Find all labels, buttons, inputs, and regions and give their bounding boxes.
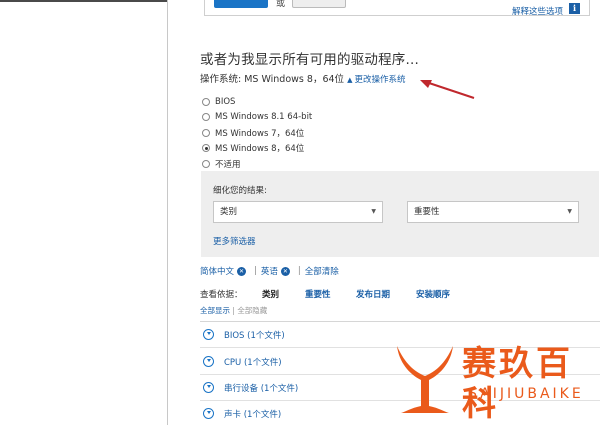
triangle-up-icon: ▲ <box>347 76 353 84</box>
separator: | <box>297 266 301 276</box>
os-option-label: 不适用 <box>215 159 241 170</box>
more-filters-link[interactable]: 更多筛选器 <box>213 235 256 247</box>
chevron-down-icon[interactable] <box>203 356 214 367</box>
dropdown-caret-icon: ▼ <box>371 208 376 215</box>
view-by-release-date[interactable]: 发布日期 <box>356 288 390 300</box>
secondary-action-button[interactable] <box>292 0 346 8</box>
info-icon[interactable]: i <box>569 3 580 14</box>
left-top-bar <box>0 0 168 2</box>
file-group-label[interactable]: 串行设备 (1个文件) <box>224 382 298 394</box>
remove-filter-icon[interactable]: ✕ <box>237 266 247 276</box>
os-option-win8[interactable]: MS Windows 8，64位 <box>202 141 312 157</box>
os-radio-list: BIOS MS Windows 8.1 64-bit MS Windows 7，… <box>202 94 312 172</box>
remove-filter-icon[interactable]: ✕ <box>280 266 290 276</box>
red-arrow-icon <box>420 80 475 99</box>
radio-button[interactable] <box>202 159 210 168</box>
watermark-logo-icon <box>397 346 453 413</box>
chevron-down-icon[interactable] <box>203 382 214 393</box>
dropdown-caret-icon: ▼ <box>567 208 572 215</box>
file-group-label[interactable]: BIOS (1个文件) <box>224 329 285 341</box>
os-option-label: BIOS <box>215 96 236 107</box>
view-by-install-order[interactable]: 安装顺序 <box>416 288 450 300</box>
refine-label: 细化您的结果: <box>213 186 267 196</box>
clear-all-link[interactable]: 全部清除 <box>305 265 339 277</box>
os-line: 操作系统: MS Windows 8，64位 ▲ 更改操作系统 <box>200 71 405 85</box>
chevron-down-icon[interactable] <box>203 329 214 340</box>
left-blank-pane <box>0 0 168 425</box>
os-option-bios[interactable]: BIOS <box>202 94 312 110</box>
file-group-label[interactable]: CPU (1个文件) <box>224 356 282 368</box>
filter-chip-chinese[interactable]: 简体中文 <box>200 265 234 277</box>
view-by-importance[interactable]: 重要性 <box>305 288 331 300</box>
view-by-category[interactable]: 类别 <box>262 288 279 300</box>
radio-button-selected[interactable] <box>202 144 210 153</box>
refine-panel: 细化您的结果: 类别 ▼ 重要性 ▼ 更多筛选器 <box>201 171 599 257</box>
or-text: 或 <box>276 0 286 9</box>
os-option-label: MS Windows 8.1 64-bit <box>215 112 313 123</box>
view-by-label: 查看依据： <box>200 290 243 300</box>
separator: | <box>254 266 257 276</box>
os-option-label: MS Windows 7，64位 <box>215 128 305 139</box>
importance-select-value: 重要性 <box>414 207 440 217</box>
os-option-win7[interactable]: MS Windows 7，64位 <box>202 125 312 141</box>
explain-options-link[interactable]: 解释这些选项 <box>512 5 563 17</box>
watermark-sub: SAIJIUBAIKE <box>468 386 584 402</box>
chevron-down-icon[interactable] <box>203 408 214 419</box>
change-os-label: 更改操作系统 <box>354 75 406 85</box>
os-option-na[interactable]: 不适用 <box>202 156 312 172</box>
radio-button[interactable] <box>202 128 210 137</box>
os-option-win81[interactable]: MS Windows 8.1 64-bit <box>202 110 312 126</box>
filter-chip-english[interactable]: 英语 <box>261 265 278 277</box>
change-os-link[interactable]: ▲ 更改操作系统 <box>347 75 405 85</box>
page-heading: 或者为我显示所有可用的驱动程序... <box>200 52 419 68</box>
active-filters: 简体中文 ✕ | 英语 ✕ | 全部清除 <box>200 265 339 277</box>
hide-all-link[interactable]: 全部隐藏 <box>237 306 267 315</box>
category-select-value: 类别 <box>220 207 238 217</box>
radio-button[interactable] <box>202 113 210 122</box>
importance-select[interactable]: 重要性 ▼ <box>407 201 579 223</box>
show-hide-links: 全部显示 | 全部隐藏 <box>200 305 267 316</box>
watermark-brand: 赛玖百科 <box>462 344 573 424</box>
category-select[interactable]: 类别 ▼ <box>213 201 383 223</box>
os-label: 操作系统: MS Windows 8，64位 <box>200 74 345 85</box>
show-all-link[interactable]: 全部显示 <box>200 306 230 315</box>
file-group-label[interactable]: 声卡 (1个文件) <box>224 408 281 420</box>
os-option-label: MS Windows 8，64位 <box>215 144 305 155</box>
primary-action-button[interactable] <box>214 0 268 8</box>
radio-button[interactable] <box>202 97 210 106</box>
